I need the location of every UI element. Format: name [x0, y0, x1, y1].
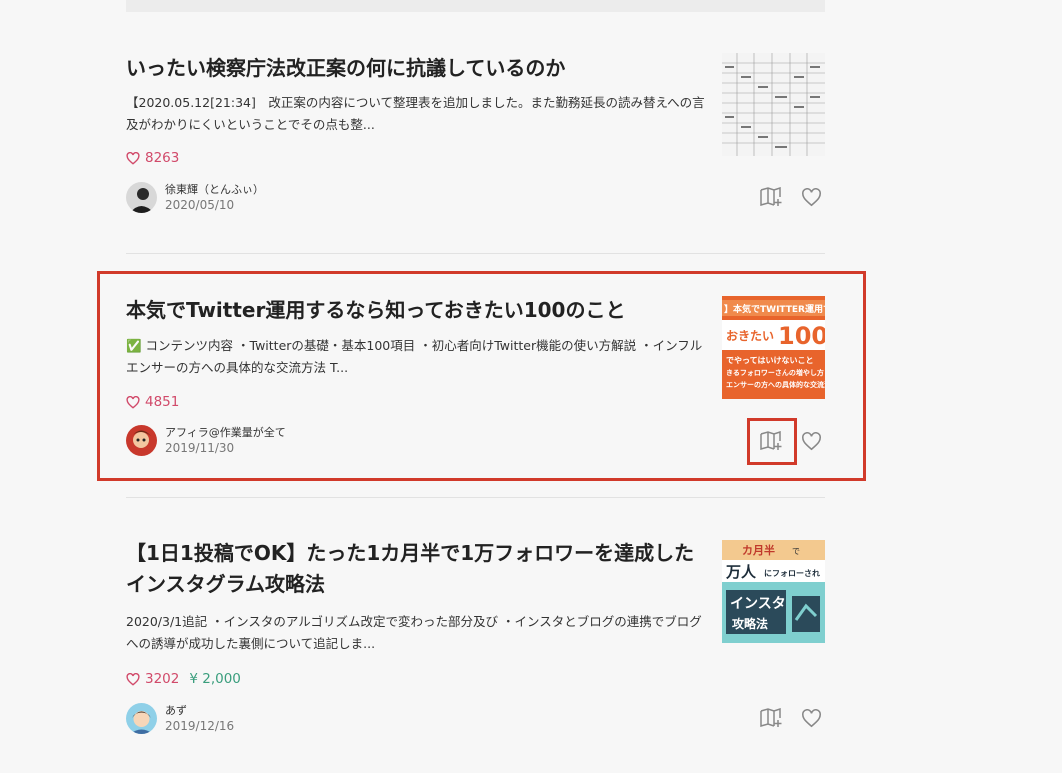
thumb-text: インスタ	[730, 596, 786, 612]
heart-icon	[801, 187, 821, 206]
author[interactable]: 徐東輝（とんふぃ） 2020/05/10	[126, 182, 264, 213]
magazine-button-highlight	[747, 418, 797, 465]
heart-icon	[126, 672, 140, 686]
article-card[interactable]: いったい検察庁法改正案の何に抗議しているのか 【2020.05.12[21:34…	[126, 50, 825, 220]
magazine-add-icon	[760, 708, 782, 727]
article-excerpt: 2020/3/1追記 ・インスタのアルゴリズム改定で変わった部分及び ・インスタ…	[126, 614, 702, 651]
like-count: 3202	[126, 671, 179, 687]
article-stats: 3202 ¥ 2,000	[126, 669, 241, 689]
thumb-text: 万人	[725, 563, 757, 581]
thumb-text: 攻略法	[732, 616, 768, 631]
thumb-text: で	[792, 547, 800, 556]
article-actions	[760, 707, 822, 729]
like-count: 8263	[126, 150, 179, 166]
publish-date: 2019/12/16	[165, 719, 235, 733]
divider	[126, 253, 825, 254]
add-to-magazine-button[interactable]	[760, 186, 782, 208]
author-name[interactable]: 徐東輝（とんふぃ）	[165, 182, 264, 197]
publish-date: 2020/05/10	[165, 198, 235, 212]
article-stats: 8263	[126, 148, 179, 168]
like-count-value: 8263	[145, 150, 180, 166]
author[interactable]: あず 2019/12/16	[126, 703, 234, 734]
thumb-text: カ月半	[742, 543, 775, 557]
heart-icon	[126, 151, 140, 165]
avatar[interactable]	[126, 703, 157, 734]
avatar[interactable]	[126, 182, 157, 213]
article-thumbnail[interactable]: カ月半 で 万人 にフォローされ インスタ 攻略法	[722, 540, 825, 643]
author-name[interactable]: あず	[165, 703, 234, 718]
like-count-value: 3202	[145, 671, 180, 687]
article-title[interactable]: 【1日1投稿でOK】たった1カ月半で1万フォロワーを達成したインスタグラム攻略法	[126, 538, 706, 600]
article-actions	[760, 186, 822, 208]
thumb-text: にフォローされ	[764, 569, 820, 578]
article-thumbnail[interactable]	[722, 53, 825, 156]
heart-icon	[801, 708, 821, 727]
previous-card-bottom	[126, 0, 825, 12]
divider	[126, 497, 825, 498]
article-title[interactable]: いったい検察庁法改正案の何に抗議しているのか	[126, 53, 706, 84]
article-card[interactable]: 【1日1投稿でOK】たった1カ月半で1万フォロワーを達成したインスタグラム攻略法…	[126, 537, 825, 742]
add-to-magazine-button[interactable]	[760, 707, 782, 729]
price: ¥ 2,000	[189, 671, 241, 687]
article-excerpt: 【2020.05.12[21:34] 改正案の内容について整理表を追加しました。…	[126, 95, 705, 132]
magazine-add-icon	[760, 187, 782, 206]
like-button[interactable]	[800, 707, 822, 729]
like-button[interactable]	[800, 186, 822, 208]
